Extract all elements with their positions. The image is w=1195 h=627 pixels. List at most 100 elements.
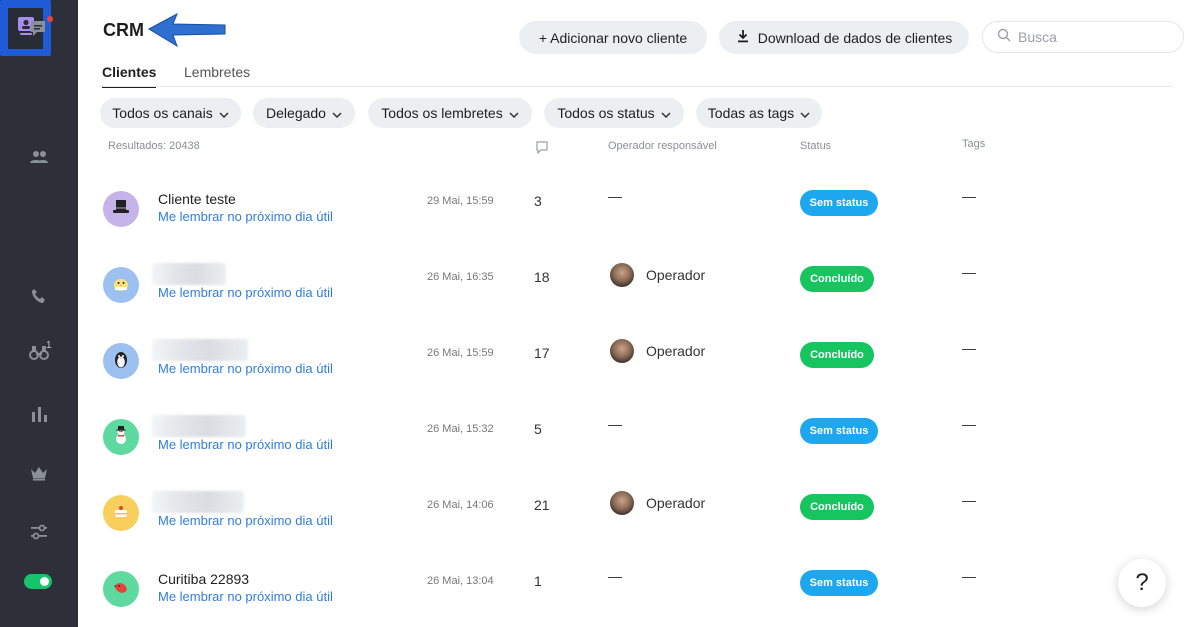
filter-label: Todos os status [557, 105, 655, 121]
last-message-date: 26 Mai, 13:04 [427, 575, 494, 587]
message-count: 5 [534, 421, 542, 437]
page-title: CRM [103, 20, 144, 40]
sidebar-item-settings[interactable] [0, 510, 78, 554]
operator: Operador [610, 263, 705, 287]
reminder-link[interactable]: Me lembrar no próximo dia útil [158, 513, 333, 528]
client-avatar [103, 419, 139, 455]
filter-label: Todas as tags [707, 105, 795, 121]
client-name[interactable]: Curitiba 22893 [158, 571, 249, 587]
crown-icon [30, 465, 48, 481]
message-count: 1 [534, 573, 542, 589]
filter-status[interactable]: Todos os status [544, 98, 684, 128]
bird-icon [111, 577, 131, 602]
table-row[interactable]: Me lembrar no próximo dia útil 26 Mai, 1… [100, 247, 1173, 323]
bar-chart-icon [30, 405, 48, 423]
sidebar-item-premium[interactable] [0, 451, 78, 495]
sidebar-item-team[interactable] [0, 135, 78, 179]
operator-avatar [610, 339, 634, 363]
client-avatar [103, 495, 139, 531]
chat-icon [28, 18, 50, 40]
status-badge[interactable]: Concluído [800, 494, 874, 520]
client-name-redacted [152, 339, 248, 361]
last-message-date: 26 Mai, 14:06 [427, 499, 494, 511]
operator: Operador [610, 491, 705, 515]
status-badge[interactable]: Sem status [800, 190, 878, 216]
search-input[interactable] [1018, 29, 1168, 45]
client-name-redacted [152, 491, 244, 513]
reminder-link[interactable]: Me lembrar no próximo dia útil [158, 209, 333, 224]
operator-empty: — [608, 416, 622, 432]
message-count: 3 [534, 193, 542, 209]
sidebar: 1 [0, 0, 78, 627]
top-hat-icon [111, 197, 131, 222]
last-message-date: 26 Mai, 16:35 [427, 271, 494, 283]
operator-avatar [610, 491, 634, 515]
table-row[interactable]: Me lembrar no próximo dia útil 26 Mai, 1… [100, 323, 1173, 399]
table-row[interactable]: Me lembrar no próximo dia útil 26 Mai, 1… [100, 399, 1173, 475]
column-status: Status [800, 140, 832, 152]
table-row[interactable]: Curitiba 22893 Me lembrar no próximo dia… [100, 551, 1173, 627]
download-clients-button[interactable]: Download de dados de clientes [719, 21, 969, 54]
results-count: Resultados: 20438 [108, 140, 200, 152]
table-row[interactable]: Me lembrar no próximo dia útil 26 Mai, 1… [100, 475, 1173, 551]
tags-empty: — [962, 340, 976, 356]
help-button[interactable]: ? [1118, 559, 1166, 607]
tags-empty: — [962, 492, 976, 508]
operator-name: Operador [646, 495, 706, 511]
column-operator: Operador responsável [608, 140, 717, 152]
filter-label: Todos os lembretes [381, 105, 503, 121]
sidebar-item-reminders[interactable] [0, 330, 78, 374]
operator-name: Operador [646, 343, 706, 359]
tags-empty: — [962, 264, 976, 280]
sidebar-item-chats[interactable] [0, 7, 78, 51]
last-message-date: 26 Mai, 15:32 [427, 423, 494, 435]
status-badge[interactable]: Concluído [800, 266, 874, 292]
client-name[interactable]: Cliente teste [158, 191, 236, 207]
arrow-annotation-icon [147, 10, 227, 55]
reminder-link[interactable]: Me lembrar no próximo dia útil [158, 361, 333, 376]
download-icon [736, 29, 750, 46]
operator-empty: — [608, 568, 622, 584]
chevron-down-icon [661, 105, 671, 121]
message-count: 18 [534, 269, 550, 285]
messages-column-icon [535, 140, 549, 157]
add-client-button[interactable]: + Adicionar novo cliente [519, 21, 707, 54]
client-name-redacted [152, 263, 226, 285]
table-row[interactable]: Cliente teste Me lembrar no próximo dia … [100, 171, 1173, 247]
phone-icon [31, 288, 47, 304]
filter-channels[interactable]: Todos os canais [100, 98, 241, 128]
chevron-down-icon [509, 105, 519, 121]
filter-delegated[interactable]: Delegado [253, 98, 355, 128]
reminder-link[interactable]: Me lembrar no próximo dia útil [158, 437, 333, 452]
chevron-down-icon [800, 105, 810, 121]
tags-empty: — [962, 416, 976, 432]
filter-label: Delegado [266, 105, 326, 121]
filter-tags[interactable]: Todas as tags [696, 98, 822, 128]
last-message-date: 26 Mai, 15:59 [427, 347, 494, 359]
client-avatar [103, 267, 139, 303]
operator-avatar [610, 263, 634, 287]
users-icon [29, 149, 49, 165]
client-avatar [103, 191, 139, 227]
filter-reminders[interactable]: Todos os lembretes [368, 98, 532, 128]
tab-lembretes[interactable]: Lembretes [184, 64, 250, 80]
status-badge[interactable]: Concluído [800, 342, 874, 368]
tags-empty: — [962, 188, 976, 204]
status-badge[interactable]: Sem status [800, 570, 878, 596]
online-toggle[interactable] [24, 574, 52, 589]
client-avatar [103, 571, 139, 607]
message-count: 21 [534, 497, 550, 513]
search-box[interactable] [982, 21, 1184, 53]
message-count: 17 [534, 345, 550, 361]
reminder-link[interactable]: Me lembrar no próximo dia útil [158, 589, 333, 604]
sidebar-item-analytics[interactable] [0, 392, 78, 436]
tab-clientes[interactable]: Clientes [102, 64, 157, 88]
sidebar-item-calls[interactable] [0, 274, 78, 318]
search-icon [997, 28, 1011, 47]
status-badge[interactable]: Sem status [800, 418, 878, 444]
download-label: Download de dados de clientes [757, 29, 953, 46]
tabs-divider [100, 86, 1173, 87]
notification-dot [47, 16, 53, 22]
reminder-link[interactable]: Me lembrar no próximo dia útil [158, 285, 333, 300]
operator-name: Operador [646, 267, 706, 283]
